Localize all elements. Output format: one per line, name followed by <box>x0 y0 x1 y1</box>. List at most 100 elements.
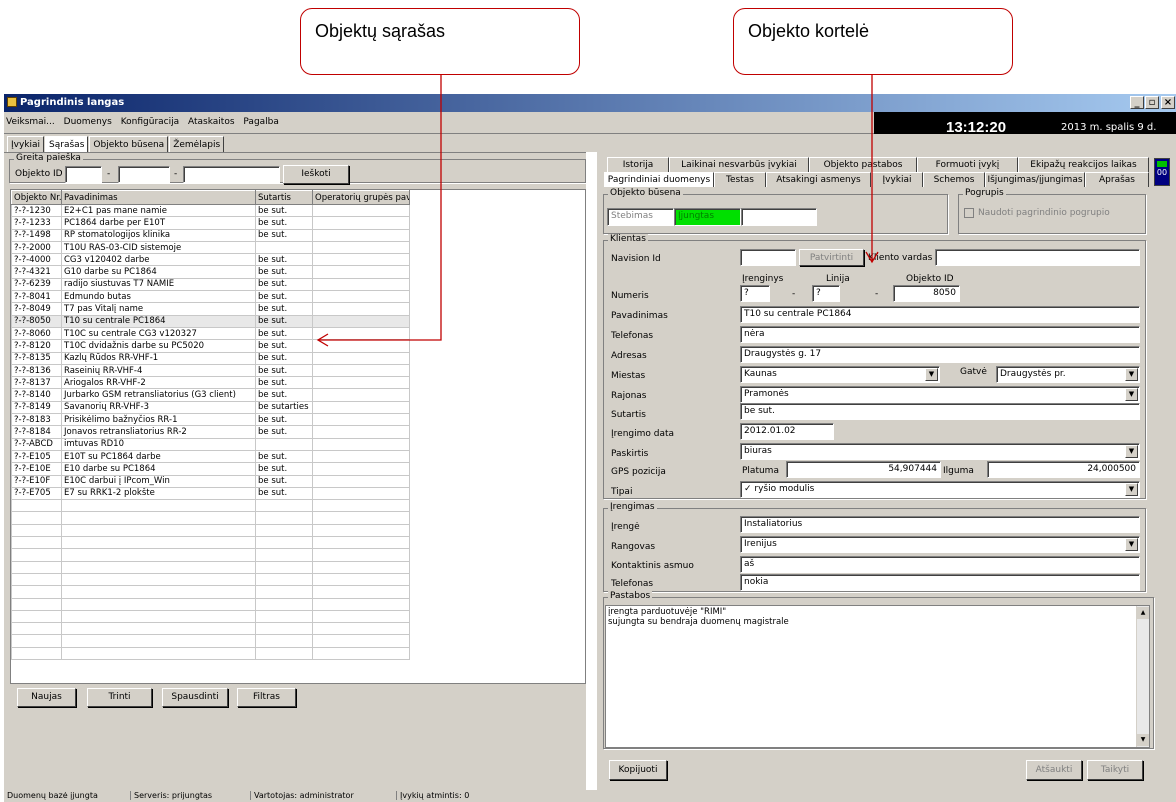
install-date-field[interactable]: 2012.01.02 <box>740 423 834 440</box>
table-row[interactable]: ?-?-8135 Kazlų Rūdos RR-VHF-1 be sut. <box>11 351 410 365</box>
search-field-3[interactable] <box>183 166 280 183</box>
apply-button[interactable]: Taikyti <box>1087 760 1143 780</box>
menu-help[interactable]: Pagalba <box>243 117 279 127</box>
col-object-nr[interactable]: Objekto Nr. <box>11 190 62 205</box>
types-select[interactable]: ✓ ryšio modulis ▼ <box>740 481 1140 498</box>
table-row[interactable]: ?-?-1498 RP stomatologijos klinika be sut. <box>11 228 410 242</box>
tab-form-event[interactable]: Formuoti įvykį <box>917 157 1018 172</box>
col-name[interactable]: Pavadinimas <box>61 190 256 205</box>
table-row[interactable] <box>11 511 410 525</box>
tab-test[interactable]: Testas <box>714 172 766 187</box>
close-button[interactable]: × <box>1161 96 1175 109</box>
notes-scrollbar[interactable]: ▲ ▼ <box>1136 606 1149 747</box>
tab-crew-reaction-time[interactable]: Ekipažų reakcijos laikas <box>1018 157 1149 172</box>
object-id-field[interactable]: 8050 <box>893 285 960 302</box>
address-field[interactable]: Draugystės g. 17 <box>740 346 1140 363</box>
tab-object-state[interactable]: Objekto būsena <box>89 136 169 152</box>
city-select[interactable]: Kaunas ▼ <box>740 366 940 383</box>
minimize-button[interactable]: _ <box>1130 96 1144 109</box>
tab-list[interactable]: Sąrašas <box>45 136 89 152</box>
navision-field[interactable] <box>740 249 796 266</box>
longitude-field[interactable]: 24,000500 <box>987 461 1140 478</box>
menu-actions[interactable]: Veiksmai... <box>6 117 55 127</box>
phone-field[interactable]: nėra <box>740 326 1140 343</box>
table-row[interactable]: ?-?-E10F E10C darbui į IPcom_Win be sut. <box>11 474 410 488</box>
table-row[interactable]: ?-?-1230 E2+C1 pas mane namie be sut. <box>11 203 410 218</box>
table-row[interactable]: ?-?-6239 radijo siustuvas T7 NAMIE be sut. <box>11 277 410 292</box>
maximize-button[interactable]: ▫ <box>1145 96 1159 109</box>
subgroup-checkbox[interactable] <box>964 208 974 218</box>
table-row[interactable]: ?-?-E10E E10 darbe su PC1864 be sut. <box>11 462 410 476</box>
menu-configuration[interactable]: Konfigūracija <box>121 117 179 127</box>
table-row[interactable] <box>11 609 410 624</box>
col-contract[interactable]: Sutartis <box>255 190 313 205</box>
table-row[interactable] <box>11 572 410 587</box>
chevron-down-icon[interactable]: ▼ <box>1125 388 1138 401</box>
chevron-down-icon[interactable]: ▼ <box>1125 483 1138 496</box>
cancel-button[interactable]: Atšaukti <box>1026 760 1082 780</box>
tab-card-events[interactable]: Įvykiai <box>871 172 923 187</box>
copy-button[interactable]: Kopijuoti <box>609 760 667 780</box>
table-row[interactable] <box>11 536 410 550</box>
table-row[interactable]: ?-?-8120 T10C dvidažnis darbe su PC5020 be… <box>11 339 410 353</box>
table-row[interactable]: ?-?-8137 Ariogalos RR-VHF-2 be sut. <box>11 376 410 390</box>
scroll-up-icon[interactable]: ▲ <box>1137 607 1149 619</box>
installer-field[interactable]: Instaliatorius <box>740 516 1140 533</box>
table-row[interactable]: ?-?-1233 PC1864 darbe per E10T be sut. <box>11 216 410 230</box>
table-row[interactable] <box>11 646 410 660</box>
street-select[interactable]: Draugystės pr. ▼ <box>996 366 1140 383</box>
table-row[interactable]: ?-?-8184 Jonavos retransliatorius RR-2 be … <box>11 425 410 439</box>
table-row[interactable]: ?-?-8060 T10C su centrale CG3 v120327 be s… <box>11 326 410 341</box>
side-tab[interactable]: 00 <box>1154 158 1170 186</box>
tab-schemas[interactable]: Schemos <box>923 172 985 187</box>
chevron-down-icon[interactable]: ▼ <box>1125 368 1138 381</box>
table-row[interactable]: ?-?-8140 Jurbarko GSM retransliatorius (G… <box>11 388 410 402</box>
table-row[interactable] <box>11 548 410 562</box>
table-row[interactable]: ?-?-8149 Savanorių RR-VHF-3 be sutarties <box>11 400 410 415</box>
table-row[interactable] <box>11 585 410 599</box>
district-select[interactable]: Pramonės ▼ <box>740 386 1140 403</box>
filter-button[interactable]: Filtras <box>237 688 296 707</box>
table-row[interactable]: ?-?-8050 T10 su centrale PC1864 be sut. <box>11 314 410 328</box>
print-button[interactable]: Spausdinti <box>162 688 228 707</box>
device-field[interactable]: ? <box>740 285 770 302</box>
table-row[interactable] <box>11 597 410 611</box>
name-field[interactable]: T10 su centrale PC1864 <box>740 306 1140 323</box>
table-row[interactable] <box>11 523 410 538</box>
table-row[interactable] <box>11 634 410 648</box>
tab-temp-unimportant-events[interactable]: Laikinai nesvarbūs įvykiai <box>669 157 809 172</box>
tab-events[interactable]: Įvykiai <box>7 136 45 152</box>
chevron-down-icon[interactable]: ▼ <box>1125 538 1138 551</box>
scroll-down-icon[interactable]: ▼ <box>1137 734 1149 746</box>
purpose-select[interactable]: biuras ▼ <box>740 443 1140 460</box>
new-button[interactable]: Naujas <box>17 688 76 707</box>
contact-phone-field[interactable]: nokia <box>740 574 1140 591</box>
table-row[interactable]: ?-?-2000 T10U RAS-03-CID sistemoje <box>11 240 410 255</box>
search-button[interactable]: Ieškoti <box>283 165 349 184</box>
table-row[interactable]: ?-?-8041 Edmundo butas be sut. <box>11 290 410 304</box>
tab-description[interactable]: Aprašas <box>1085 172 1149 187</box>
chevron-down-icon[interactable]: ▼ <box>1125 445 1138 458</box>
client-name-field[interactable] <box>935 249 1140 266</box>
menu-data[interactable]: Duomenys <box>64 117 112 127</box>
table-row[interactable] <box>11 622 410 636</box>
tab-object-notes[interactable]: Objekto pastabos <box>809 157 917 172</box>
contract-field[interactable]: be sut. <box>740 403 1140 420</box>
search-field-2[interactable] <box>118 166 170 183</box>
confirm-button[interactable]: Patvirtinti <box>799 249 864 266</box>
latitude-field[interactable]: 54,907444 <box>786 461 941 478</box>
notes-textarea[interactable]: įrengta parduotuvėje "RIMI" sujungta su … <box>605 605 1150 748</box>
table-row[interactable] <box>11 499 410 513</box>
line-field[interactable]: ? <box>812 285 840 302</box>
tab-arming[interactable]: Išjungimas/įjungimas <box>985 172 1085 187</box>
table-row[interactable] <box>11 560 410 574</box>
tab-main-data[interactable]: Pagrindiniai duomenys <box>604 172 714 187</box>
table-row[interactable]: ?-?-4000 CG3 v120402 darbe be sut. <box>11 253 410 267</box>
table-row[interactable]: ?-?-E705 E7 su RRK1-2 plokšte be sut. <box>11 486 410 501</box>
table-row[interactable]: ?-?-4321 G10 darbe su PC1864 be sut. <box>11 265 410 279</box>
table-row[interactable]: ?-?-8049 T7 pas Vitalį name be sut. <box>11 302 410 316</box>
contact-field[interactable]: aš <box>740 556 1140 573</box>
menu-reports[interactable]: Ataskaitos <box>188 117 235 127</box>
tab-responsible-persons[interactable]: Atsakingi asmenys <box>766 172 871 187</box>
table-row[interactable]: ?-?-ABCD imtuvas RD10 <box>11 437 410 451</box>
